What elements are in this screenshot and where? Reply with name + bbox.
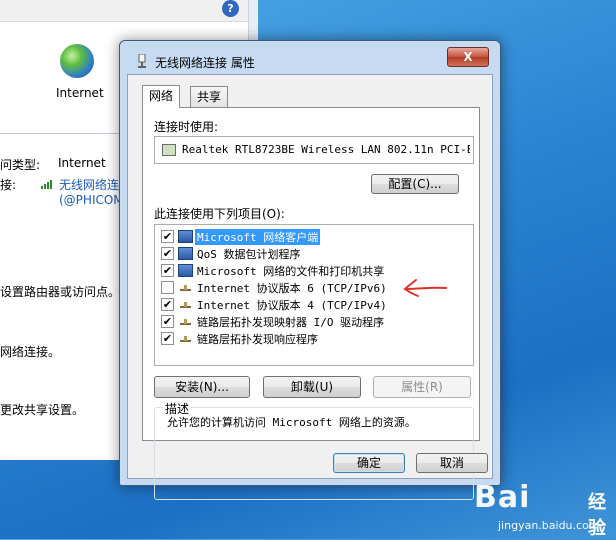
network-card-icon xyxy=(162,144,176,156)
close-button[interactable]: X xyxy=(447,47,489,67)
internet-label: Internet xyxy=(56,86,104,100)
item-checkbox[interactable]: ✔ xyxy=(161,298,174,311)
item-label: 链路层拓扑发现映射器 I/O 驱动程序 xyxy=(197,316,385,329)
protocol-icon xyxy=(178,281,193,294)
properties-button: 属性(R) xyxy=(373,376,471,398)
list-item-lltd-mapper[interactable]: ✔ 链路层拓扑发现映射器 I/O 驱动程序 xyxy=(155,313,471,330)
protocol-icon xyxy=(178,298,193,311)
item-label: QoS 数据包计划程序 xyxy=(197,248,301,261)
ssid-link[interactable]: (@PHICOM xyxy=(59,193,124,207)
items-label: 此连接使用下列项目(O): xyxy=(154,207,285,221)
item-label: Microsoft 网络的文件和打印机共享 xyxy=(197,265,385,278)
baidu-watermark: Bai 经验 jingyan.baidu.com xyxy=(472,480,612,539)
dialog-title: 无线网络连接 属性 xyxy=(155,56,255,70)
protocol-icon xyxy=(178,315,193,328)
access-type-value: Internet xyxy=(58,156,106,170)
network-connection-text[interactable]: 网络连接。 xyxy=(0,343,60,360)
item-label: Internet 协议版本 4 (TCP/IPv4) xyxy=(197,299,387,312)
internet-globe-icon xyxy=(60,44,94,78)
annotation-arrow-icon xyxy=(403,279,447,297)
list-item-ipv4[interactable]: ✔ Internet 协议版本 4 (TCP/IPv4) xyxy=(155,296,471,313)
watermark-site: jingyan.baidu.com xyxy=(498,519,600,532)
item-checkbox[interactable]: ✔ xyxy=(161,315,174,328)
item-label: Internet 协议版本 6 (TCP/IPv6) xyxy=(197,282,387,295)
list-item-ms-client[interactable]: ✔ Microsoft 网络客户端 xyxy=(155,228,471,245)
list-item-qos[interactable]: ✔ QoS 数据包计划程序 xyxy=(155,245,471,262)
wireless-connection-properties-dialog: 无线网络连接 属性 X 网络 共享 连接时使用: Realtek RTL8723… xyxy=(119,40,501,500)
item-label: Microsoft 网络客户端 xyxy=(195,229,321,245)
wireless-signal-icon xyxy=(41,179,55,189)
configure-button[interactable]: 配置(C)... xyxy=(371,174,459,194)
network-client-icon xyxy=(178,230,193,243)
item-label: 链路层拓扑发现响应程序 xyxy=(197,333,318,346)
list-item-lltd-responder[interactable]: ✔ 链路层拓扑发现响应程序 xyxy=(155,330,471,347)
adapter-field: Realtek RTL8723BE Wireless LAN 802.11n P… xyxy=(154,136,474,164)
tab-sharing[interactable]: 共享 xyxy=(190,86,229,107)
help-icon[interactable]: ? xyxy=(222,0,239,17)
item-checkbox[interactable]: ✔ xyxy=(161,230,174,243)
description-text: 允许您的计算机访问 Microsoft 网络上的资源。 xyxy=(167,416,416,429)
uninstall-button[interactable]: 卸载(U) xyxy=(263,376,361,398)
adapter-name: Realtek RTL8723BE Wireless LAN 802.11n P… xyxy=(182,143,470,156)
file-printer-sharing-icon xyxy=(178,264,193,277)
setup-router-link[interactable]: 设置路由器或访问点。 xyxy=(0,283,120,300)
item-checkbox[interactable]: ✔ xyxy=(161,332,174,345)
network-adapter-icon xyxy=(138,54,146,68)
watermark-logo: Bai xyxy=(474,480,531,515)
ok-button[interactable]: 确定 xyxy=(333,453,405,473)
connect-using-label: 连接时使用: xyxy=(154,120,219,134)
watermark-logo-tail: 经验 xyxy=(588,492,606,539)
protocol-icon xyxy=(178,332,193,345)
network-tab-panel: 连接时使用: Realtek RTL8723BE Wireless LAN 80… xyxy=(142,107,480,500)
tab-network[interactable]: 网络 xyxy=(142,85,181,108)
qos-service-icon xyxy=(178,247,193,260)
access-type-label: 问类型: xyxy=(0,158,41,172)
divider xyxy=(0,133,130,134)
item-checkbox[interactable] xyxy=(161,281,174,294)
title-bar[interactable]: 无线网络连接 属性 X xyxy=(120,41,500,75)
cancel-button[interactable]: 取消 xyxy=(416,453,488,473)
item-checkbox[interactable]: ✔ xyxy=(161,247,174,260)
install-button[interactable]: 安装(N)... xyxy=(154,376,250,398)
connections-label: 接: xyxy=(0,178,17,192)
bg-toolbar: ? xyxy=(0,0,258,22)
item-checkbox[interactable]: ✔ xyxy=(161,264,174,277)
wireless-connection-link[interactable]: 无线网络连 xyxy=(59,176,119,193)
change-sharing-settings-text[interactable]: 更改共享设置。 xyxy=(0,401,84,418)
